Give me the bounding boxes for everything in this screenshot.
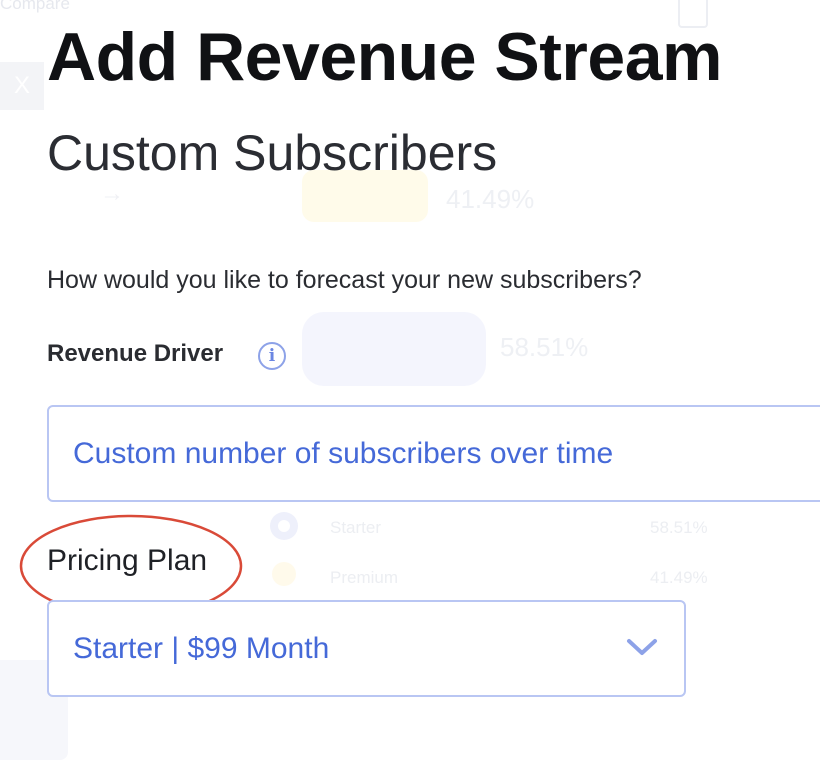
background-row-premium-percent: 41.49% — [650, 568, 708, 587]
background-row-starter: Starter — [330, 518, 382, 537]
background-percent-top: 41.49% — [446, 184, 535, 214]
info-icon[interactable]: i — [258, 342, 286, 370]
pricing-plan-select[interactable]: Starter | $99 Month — [47, 600, 686, 697]
pricing-plan-value: Starter | $99 Month — [73, 632, 330, 665]
background-row-premium: Premium — [330, 568, 399, 587]
forecast-question: How would you like to forecast your new … — [47, 266, 642, 294]
arrow-right-icon: → — [100, 180, 124, 207]
background-compare-text: Compare — [0, 0, 70, 13]
background-starter-swatch — [302, 312, 486, 386]
modal-title: Add Revenue Stream — [47, 19, 722, 95]
background-starter-dot — [270, 512, 298, 540]
revenue-driver-label: Revenue Driver — [47, 340, 224, 367]
modal-subtitle: Custom Subscribers — [47, 125, 498, 181]
background-row-starter-percent: 58.51% — [650, 518, 708, 537]
background-percent-mid: 58.51% — [500, 332, 589, 362]
revenue-driver-value: Custom number of subscribers over time — [73, 437, 614, 470]
revenue-driver-field[interactable]: Custom number of subscribers over time — [47, 405, 820, 502]
close-icon[interactable]: X — [0, 62, 44, 110]
background-premium-dot — [272, 562, 296, 586]
chevron-down-icon[interactable] — [625, 636, 659, 658]
